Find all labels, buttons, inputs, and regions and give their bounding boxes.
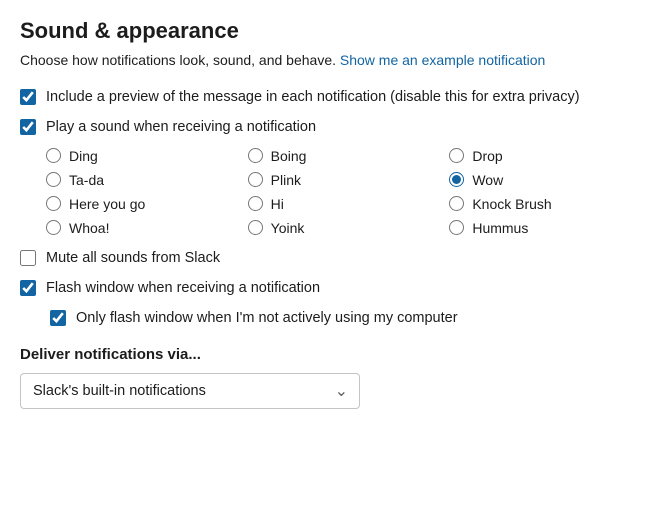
mute-checkbox-row: Mute all sounds from Slack — [20, 248, 647, 268]
sound-label-whoa[interactable]: Whoa! — [69, 220, 109, 236]
sound-radio-yoink[interactable] — [248, 220, 263, 235]
sound-label-hereyougo[interactable]: Here you go — [69, 196, 145, 212]
sound-radio-wow[interactable] — [449, 172, 464, 187]
sound-label-ding[interactable]: Ding — [69, 148, 98, 164]
subtitle-static: Choose how notifications look, sound, an… — [20, 52, 336, 68]
sound-label-hi[interactable]: Hi — [271, 196, 284, 212]
sound-label-yoink[interactable]: Yoink — [271, 220, 305, 236]
sound-radio-hereyougo[interactable] — [46, 196, 61, 211]
sound-radio-hummus[interactable] — [449, 220, 464, 235]
preview-checkbox-row: Include a preview of the message in each… — [20, 87, 647, 107]
sound-option-hereyougo: Here you go — [46, 196, 244, 212]
sound-option-ding: Ding — [46, 148, 244, 164]
only-flash-checkbox[interactable] — [50, 310, 66, 326]
sound-label-boing[interactable]: Boing — [271, 148, 307, 164]
deliver-dropdown-wrapper: Slack's built-in notificationsSystem not… — [20, 373, 360, 409]
sound-option-yoink: Yoink — [248, 220, 446, 236]
sound-checkbox[interactable] — [20, 119, 36, 135]
sound-label-drop[interactable]: Drop — [472, 148, 502, 164]
sound-radio-tada[interactable] — [46, 172, 61, 187]
flash-checkbox-row: Flash window when receiving a notificati… — [20, 278, 647, 298]
sound-options-grid: Ding Boing Drop Ta-da Plink Wow Here you go Hi K… — [46, 148, 647, 236]
sound-option-wow: Wow — [449, 172, 647, 188]
deliver-dropdown[interactable]: Slack's built-in notificationsSystem not… — [20, 373, 360, 409]
sound-radio-hi[interactable] — [248, 196, 263, 211]
sound-radio-ding[interactable] — [46, 148, 61, 163]
sound-option-boing: Boing — [248, 148, 446, 164]
sound-radio-plink[interactable] — [248, 172, 263, 187]
only-flash-checkbox-row: Only flash window when I'm not actively … — [50, 308, 647, 328]
sound-label-hummus[interactable]: Hummus — [472, 220, 528, 236]
mute-label[interactable]: Mute all sounds from Slack — [46, 248, 220, 268]
sound-checkbox-row: Play a sound when receiving a notificati… — [20, 117, 647, 137]
sound-radio-drop[interactable] — [449, 148, 464, 163]
sound-option-tada: Ta-da — [46, 172, 244, 188]
only-flash-label[interactable]: Only flash window when I'm not actively … — [76, 308, 458, 328]
preview-label[interactable]: Include a preview of the message in each… — [46, 87, 580, 107]
sound-option-hi: Hi — [248, 196, 446, 212]
preview-checkbox[interactable] — [20, 89, 36, 105]
sound-radio-whoa[interactable] — [46, 220, 61, 235]
flash-checkbox[interactable] — [20, 280, 36, 296]
sound-option-plink: Plink — [248, 172, 446, 188]
sound-option-drop: Drop — [449, 148, 647, 164]
sound-label[interactable]: Play a sound when receiving a notificati… — [46, 117, 316, 137]
sound-option-knockbrush: Knock Brush — [449, 196, 647, 212]
example-notification-link[interactable]: Show me an example notification — [340, 52, 545, 68]
page-title: Sound & appearance — [20, 18, 647, 44]
sound-radio-boing[interactable] — [248, 148, 263, 163]
sound-label-knockbrush[interactable]: Knock Brush — [472, 196, 551, 212]
sound-label-tada[interactable]: Ta-da — [69, 172, 104, 188]
flash-label[interactable]: Flash window when receiving a notificati… — [46, 278, 320, 298]
mute-checkbox[interactable] — [20, 250, 36, 266]
deliver-section-title: Deliver notifications via... — [20, 346, 647, 363]
subtitle-text: Choose how notifications look, sound, an… — [20, 50, 647, 71]
sound-radio-knockbrush[interactable] — [449, 196, 464, 211]
sound-option-whoa: Whoa! — [46, 220, 244, 236]
sound-label-plink[interactable]: Plink — [271, 172, 301, 188]
sound-option-hummus: Hummus — [449, 220, 647, 236]
sound-label-wow[interactable]: Wow — [472, 172, 503, 188]
